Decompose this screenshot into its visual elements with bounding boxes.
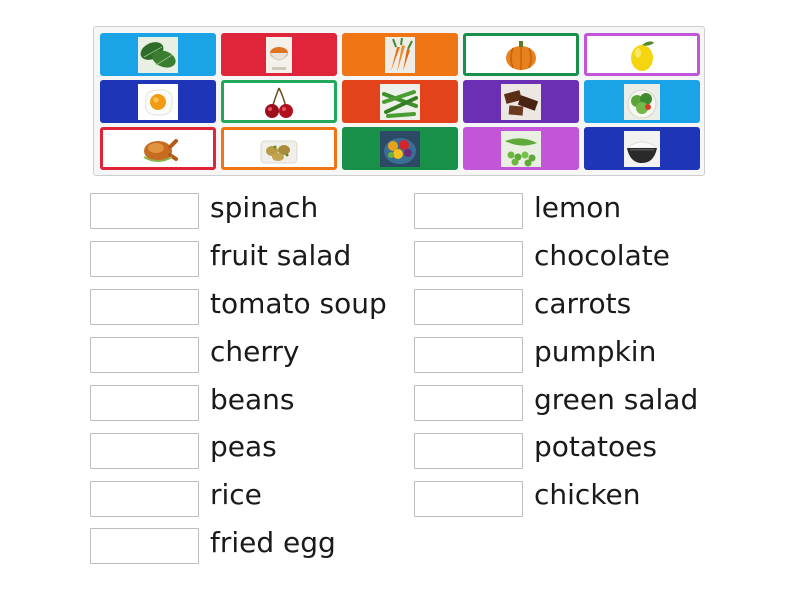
- word-label: cherry: [210, 335, 300, 368]
- word-label: carrots: [534, 287, 632, 320]
- word-label: tomato soup: [210, 287, 387, 320]
- tile-potatoes[interactable]: [221, 127, 337, 170]
- green-salad-picture: [624, 83, 660, 120]
- answer-slot[interactable]: [90, 193, 199, 229]
- tile-rice[interactable]: [584, 127, 700, 170]
- fried-egg-picture: [138, 83, 178, 120]
- answer-slot[interactable]: [414, 385, 523, 421]
- soup-picture: [266, 36, 292, 73]
- tile-cherry[interactable]: [221, 80, 337, 123]
- word-label: rice: [210, 478, 262, 511]
- answer-slot[interactable]: [90, 241, 199, 277]
- word-label: beans: [210, 383, 295, 416]
- chocolate-picture: [501, 83, 541, 120]
- potatoes-picture: [259, 130, 299, 167]
- rice-picture: [624, 130, 660, 167]
- word-label: peas: [210, 430, 277, 463]
- fruit-salad-picture: [380, 130, 420, 167]
- answer-slot[interactable]: [414, 193, 523, 229]
- answer-slot[interactable]: [414, 289, 523, 325]
- roast-chicken-picture: [138, 130, 178, 167]
- answer-slot[interactable]: [90, 289, 199, 325]
- word-label: chocolate: [534, 239, 670, 272]
- answer-slot[interactable]: [90, 433, 199, 469]
- word-label: pumpkin: [534, 335, 657, 368]
- word-label: lemon: [534, 191, 622, 224]
- tile-spinach[interactable]: [100, 33, 216, 76]
- word-label: green salad: [534, 383, 699, 416]
- peas-picture: [501, 130, 541, 167]
- green-beans-picture: [380, 83, 420, 120]
- answer-slot[interactable]: [90, 481, 199, 517]
- tile-carrots[interactable]: [342, 33, 458, 76]
- tile-pumpkin[interactable]: [463, 33, 579, 76]
- word-label: spinach: [210, 191, 319, 224]
- answer-slot[interactable]: [414, 481, 523, 517]
- tile-tomato-soup[interactable]: [221, 33, 337, 76]
- answer-slot[interactable]: [90, 337, 199, 373]
- word-label: potatoes: [534, 430, 657, 463]
- tile-beans[interactable]: [342, 80, 458, 123]
- tile-chocolate[interactable]: [463, 80, 579, 123]
- cherries-picture: [259, 83, 299, 120]
- pumpkin-picture: [501, 36, 541, 73]
- word-label: fruit salad: [210, 239, 352, 272]
- word-label: fried egg: [210, 526, 336, 559]
- spinach-picture: [138, 36, 178, 73]
- answer-slot[interactable]: [414, 241, 523, 277]
- tile-chicken[interactable]: [100, 127, 216, 170]
- word-label: chicken: [534, 478, 641, 511]
- tile-fruit-salad[interactable]: [342, 127, 458, 170]
- answer-slot[interactable]: [414, 337, 523, 373]
- tile-green-salad[interactable]: [584, 80, 700, 123]
- carrots-picture: [385, 36, 415, 73]
- answer-slot[interactable]: [90, 528, 199, 564]
- tile-fried-egg[interactable]: [100, 80, 216, 123]
- answer-slot[interactable]: [90, 385, 199, 421]
- tile-peas[interactable]: [463, 127, 579, 170]
- tile-lemon[interactable]: [584, 33, 700, 76]
- lemon-picture: [622, 36, 662, 73]
- answer-slot[interactable]: [414, 433, 523, 469]
